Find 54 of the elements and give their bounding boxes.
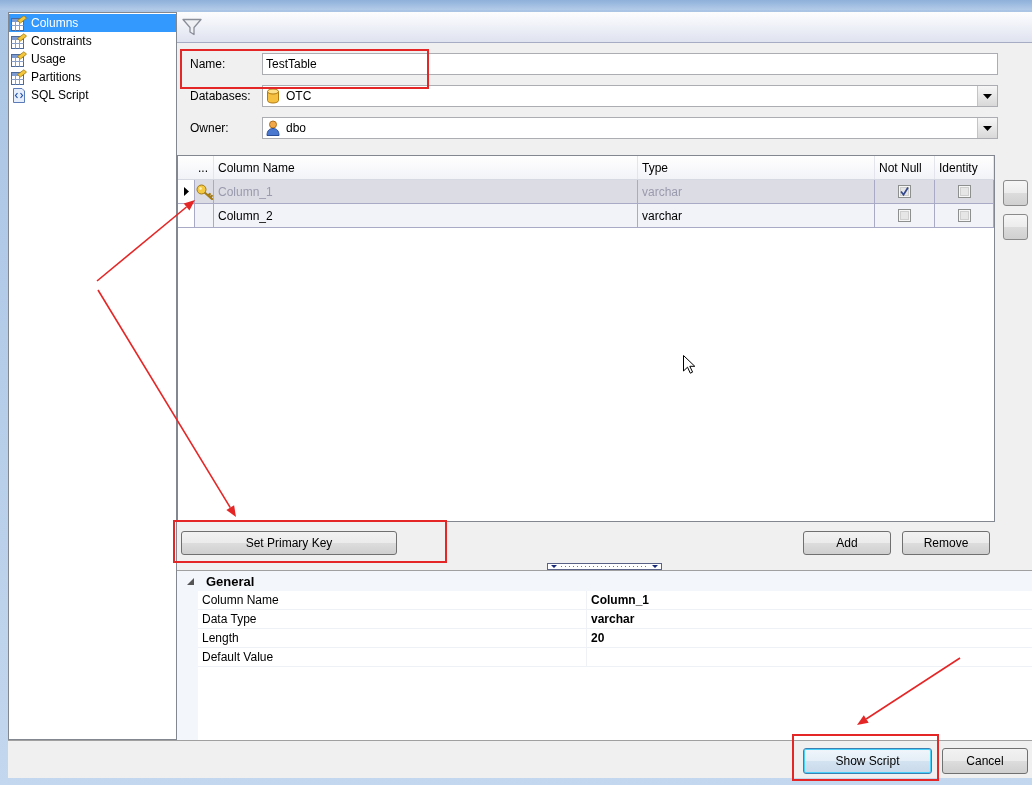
- column-header[interactable]: Not Null: [875, 156, 935, 179]
- sidebar-item[interactable]: Partitions: [9, 68, 176, 86]
- sidebar-item[interactable]: Usage: [9, 50, 176, 68]
- text-field[interactable]: TestTable: [262, 53, 998, 75]
- sidebar-item[interactable]: Constraints: [9, 32, 176, 50]
- caret-icon: [983, 93, 992, 99]
- field-label: Databases:: [190, 89, 252, 103]
- column-header[interactable]: Identity: [935, 156, 994, 179]
- property-value: varchar: [586, 610, 1032, 628]
- caret-icon: [983, 125, 992, 131]
- dropdown-button[interactable]: [977, 86, 997, 106]
- checkbox[interactable]: [898, 185, 911, 198]
- checkbox[interactable]: [957, 185, 971, 198]
- table-cell: Column_1: [214, 180, 638, 203]
- checkbox[interactable]: [898, 209, 911, 222]
- column-header[interactable]: ...: [194, 156, 214, 179]
- field-label: Name:: [190, 57, 227, 71]
- user-icon: [266, 120, 280, 136]
- database-icon: [266, 88, 280, 104]
- expand-icon[interactable]: [187, 577, 194, 585]
- table-row[interactable]: Column_2 varchar: [178, 204, 994, 228]
- property-name: Column Name: [201, 592, 280, 609]
- dialog-button[interactable]: Cancel: [942, 748, 1028, 774]
- action-button[interactable]: Add: [803, 531, 891, 555]
- field-label: Owner:: [190, 121, 230, 135]
- row-indicator-icon: [183, 187, 189, 196]
- property-name: Default Value: [201, 649, 275, 666]
- property-value: 20: [586, 629, 1032, 647]
- dialog-button[interactable]: Show Script: [803, 748, 932, 774]
- table-icon: [11, 15, 27, 31]
- table-cell: varchar: [638, 180, 875, 203]
- dropdown-button[interactable]: [977, 118, 997, 138]
- dropdown-field[interactable]: dbo: [262, 117, 998, 139]
- action-button[interactable]: Remove: [902, 531, 990, 555]
- cursor-icon: [683, 355, 695, 374]
- script-icon: [11, 87, 27, 103]
- table-icon: [11, 51, 27, 67]
- action-button[interactable]: Set Primary Key: [181, 531, 397, 555]
- side-button[interactable]: [1003, 214, 1028, 240]
- table-cell: Column_2: [214, 204, 638, 227]
- property-name: Data Type: [201, 611, 258, 628]
- property-value: Column_1: [586, 591, 1032, 609]
- table-icon: [11, 33, 27, 49]
- splitter-handle[interactable]: [547, 563, 662, 570]
- property-name: Length: [201, 630, 240, 647]
- filter-icon[interactable]: [182, 18, 202, 36]
- side-button[interactable]: [1003, 180, 1028, 206]
- table-cell: varchar: [638, 204, 875, 227]
- column-header[interactable]: Column Name: [214, 156, 638, 179]
- sidebar-item[interactable]: SQL Script: [9, 86, 176, 104]
- table-icon: [11, 69, 27, 85]
- column-header[interactable]: Type: [638, 156, 875, 179]
- checkbox[interactable]: [957, 209, 971, 222]
- dropdown-field[interactable]: OTC: [262, 85, 998, 107]
